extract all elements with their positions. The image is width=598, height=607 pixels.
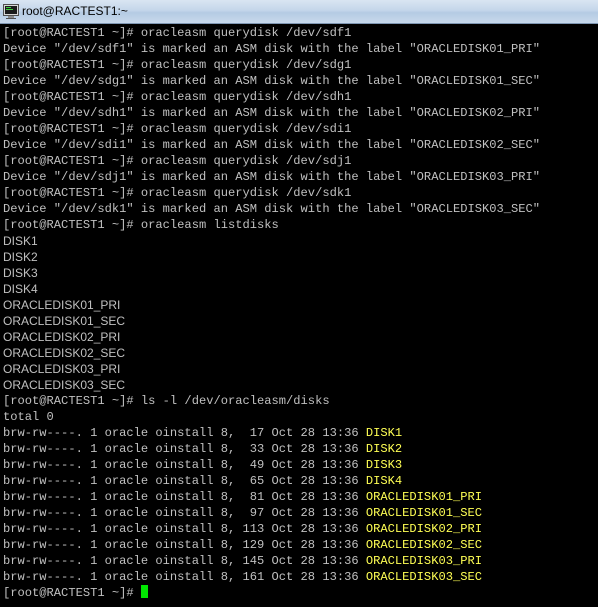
ls-row: brw-rw----. 1 oracle oinstall 8, 17 Oct … (3, 425, 598, 441)
ls-row-attributes: brw-rw----. 1 oracle oinstall 8, 17 Oct … (3, 426, 366, 440)
command-line: [root@RACTEST1 ~]# oracleasm querydisk /… (3, 154, 352, 168)
output-line: Device "/dev/sdh1" is marked an ASM disk… (3, 106, 541, 120)
listdisks-item: ORACLEDISK02_PRI (3, 330, 121, 344)
ls-row-disk-name: ORACLEDISK02_SEC (365, 538, 482, 552)
terminal-window: root@RACTEST1:~ [root@RACTEST1 ~]# oracl… (0, 0, 598, 607)
ls-row-disk-name: DISK3 (365, 458, 403, 472)
ls-row: brw-rw----. 1 oracle oinstall 8, 129 Oct… (3, 537, 598, 553)
command-line: [root@RACTEST1 ~]# oracleasm querydisk /… (3, 26, 352, 40)
ls-row: brw-rw----. 1 oracle oinstall 8, 161 Oct… (3, 569, 598, 585)
prompt: [root@RACTEST1 ~]# (3, 586, 141, 600)
command-line: [root@RACTEST1 ~]# ls -l /dev/oracleasm/… (3, 394, 330, 408)
ls-row-attributes: brw-rw----. 1 oracle oinstall 8, 49 Oct … (3, 458, 366, 472)
ls-row-attributes: brw-rw----. 1 oracle oinstall 8, 129 Oct… (3, 538, 366, 552)
ls-row-disk-name: ORACLEDISK01_PRI (365, 490, 482, 504)
command-line: [root@RACTEST1 ~]# oracleasm querydisk /… (3, 90, 352, 104)
ls-row: brw-rw----. 1 oracle oinstall 8, 49 Oct … (3, 457, 598, 473)
listdisks-item: DISK1 (3, 234, 38, 248)
ls-row-attributes: brw-rw----. 1 oracle oinstall 8, 97 Oct … (3, 506, 366, 520)
ls-row-disk-name: DISK2 (365, 442, 403, 456)
terminal-output[interactable]: [root@RACTEST1 ~]# oracleasm querydisk /… (3, 25, 598, 607)
ls-row: brw-rw----. 1 oracle oinstall 8, 145 Oct… (3, 553, 598, 569)
ls-row-attributes: brw-rw----. 1 oracle oinstall 8, 81 Oct … (3, 490, 366, 504)
output-line: Device "/dev/sdk1" is marked an ASM disk… (3, 202, 541, 216)
listdisks-item: DISK2 (3, 250, 38, 264)
ls-row-disk-name: ORACLEDISK03_SEC (365, 570, 482, 584)
command-line: [root@RACTEST1 ~]# oracleasm listdisks (3, 218, 279, 232)
ls-row-attributes: brw-rw----. 1 oracle oinstall 8, 161 Oct… (3, 570, 366, 584)
listdisks-item: DISK4 (3, 282, 38, 296)
text-cursor (140, 585, 148, 598)
listdisks-item: ORACLEDISK03_SEC (3, 378, 126, 392)
window-title: root@RACTEST1:~ (22, 4, 128, 18)
listdisks-item: ORACLEDISK01_PRI (3, 298, 121, 312)
ls-row-attributes: brw-rw----. 1 oracle oinstall 8, 145 Oct… (3, 554, 366, 568)
output-line: Device "/dev/sdj1" is marked an ASM disk… (3, 170, 541, 184)
ls-row-attributes: brw-rw----. 1 oracle oinstall 8, 113 Oct… (3, 522, 366, 536)
ls-row-attributes: brw-rw----. 1 oracle oinstall 8, 65 Oct … (3, 474, 366, 488)
ls-row-disk-name: ORACLEDISK03_PRI (365, 554, 482, 568)
listdisks-item: DISK3 (3, 266, 38, 280)
ls-row-attributes: brw-rw----. 1 oracle oinstall 8, 33 Oct … (3, 442, 366, 456)
ls-row-disk-name: ORACLEDISK01_SEC (365, 506, 482, 520)
ls-row-disk-name: DISK1 (365, 426, 403, 440)
command-line: [root@RACTEST1 ~]# oracleasm querydisk /… (3, 186, 352, 200)
ls-row-disk-name: DISK4 (365, 474, 403, 488)
output-line: Device "/dev/sdf1" is marked an ASM disk… (3, 42, 541, 56)
ls-row: brw-rw----. 1 oracle oinstall 8, 81 Oct … (3, 489, 598, 505)
command-line: [root@RACTEST1 ~]# oracleasm querydisk /… (3, 58, 352, 72)
ls-row: brw-rw----. 1 oracle oinstall 8, 113 Oct… (3, 521, 598, 537)
listdisks-item: ORACLEDISK01_SEC (3, 314, 126, 328)
ls-row: brw-rw----. 1 oracle oinstall 8, 33 Oct … (3, 441, 598, 457)
ls-row: brw-rw----. 1 oracle oinstall 8, 97 Oct … (3, 505, 598, 521)
title-bar[interactable]: root@RACTEST1:~ (0, 0, 598, 24)
output-line: Device "/dev/sdg1" is marked an ASM disk… (3, 74, 541, 88)
listdisks-item: ORACLEDISK03_PRI (3, 362, 121, 376)
output-line: Device "/dev/sdi1" is marked an ASM disk… (3, 138, 541, 152)
active-prompt-line[interactable]: [root@RACTEST1 ~]# (3, 585, 598, 601)
listdisks-item: ORACLEDISK02_SEC (3, 346, 126, 360)
ls-row: brw-rw----. 1 oracle oinstall 8, 65 Oct … (3, 473, 598, 489)
ls-row-disk-name: ORACLEDISK02_PRI (365, 522, 482, 536)
output-line: total 0 (3, 410, 54, 424)
command-line: [root@RACTEST1 ~]# oracleasm querydisk /… (3, 122, 352, 136)
putty-terminal-icon (3, 4, 19, 19)
